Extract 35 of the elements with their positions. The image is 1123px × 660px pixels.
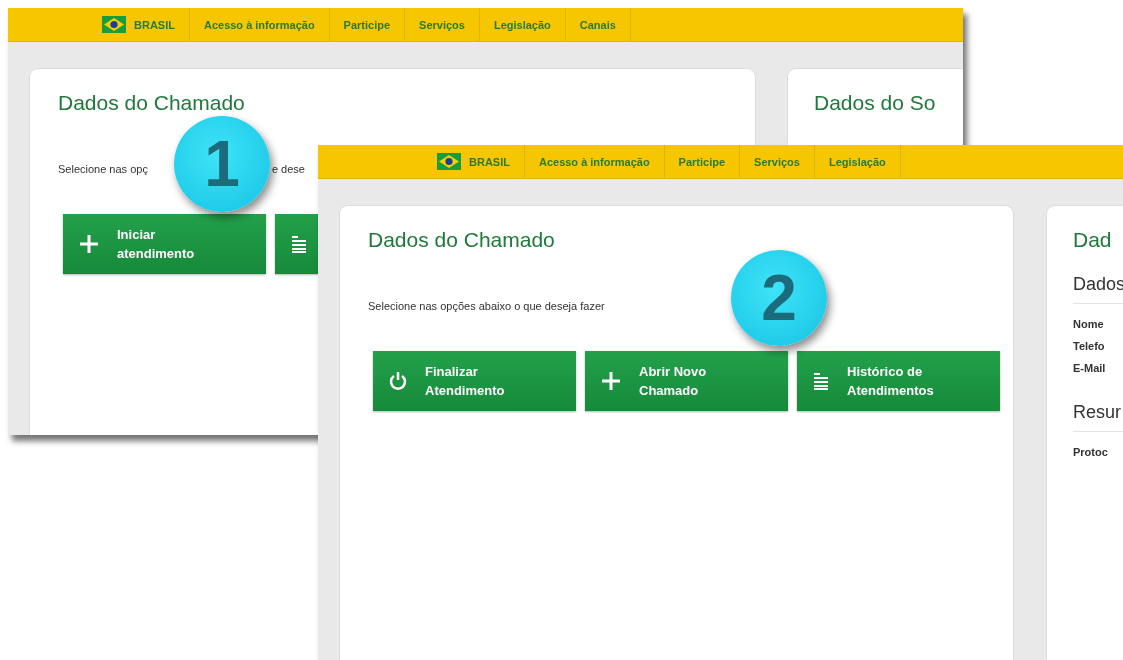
action-button[interactable]: Iniciar atendimento: [63, 214, 266, 274]
nav-link[interactable]: Acesso à informação: [189, 8, 330, 41]
nav-link[interactable]: BRASIL: [88, 8, 190, 41]
card-title: Dados do So: [814, 91, 937, 115]
flag-icon: [102, 16, 126, 33]
nav-link[interactable]: Serviços: [405, 8, 480, 41]
plus-icon: [601, 371, 621, 391]
nav-link[interactable]: Legislação: [814, 145, 901, 178]
instruction-text: Selecione nas opções abaixo o que deseja fazer: [368, 300, 605, 312]
card-title: Dad: [1073, 228, 1113, 252]
plus-icon: [79, 234, 99, 254]
card-title: Dados do Chamado: [368, 228, 556, 252]
field-label: Nome: [1073, 318, 1105, 330]
nav-link[interactable]: Participe: [329, 8, 406, 41]
list-icon: [291, 235, 307, 253]
power-icon: [389, 371, 407, 391]
instruction-text: e dese: [271, 163, 305, 175]
list-icon: [813, 372, 829, 390]
card-title: Dados do Chamado: [58, 91, 246, 115]
nav-link[interactable]: Acesso à informação: [524, 145, 665, 178]
field-label: Telefo: [1073, 340, 1106, 352]
action-button[interactable]: Abrir Novo Chamado: [585, 351, 788, 411]
field-label: E-Mail: [1073, 362, 1107, 374]
nav-link[interactable]: Canais: [565, 8, 631, 41]
field-label: Protoc: [1073, 446, 1109, 458]
instruction-text: Selecione nas opç: [58, 163, 148, 175]
action-button[interactable]: [275, 214, 318, 274]
nav-link[interactable]: BRASIL: [423, 145, 525, 178]
nav-link[interactable]: Legislação: [479, 8, 566, 41]
action-button[interactable]: Finalizar Atendimento: [373, 351, 576, 411]
action-button[interactable]: Histórico de Atendimentos: [797, 351, 1000, 411]
nav-link[interactable]: Serviços: [740, 145, 815, 178]
flag-icon: [437, 153, 461, 170]
nav-link[interactable]: Participe: [664, 145, 741, 178]
section-heading: Resur: [1073, 402, 1123, 432]
